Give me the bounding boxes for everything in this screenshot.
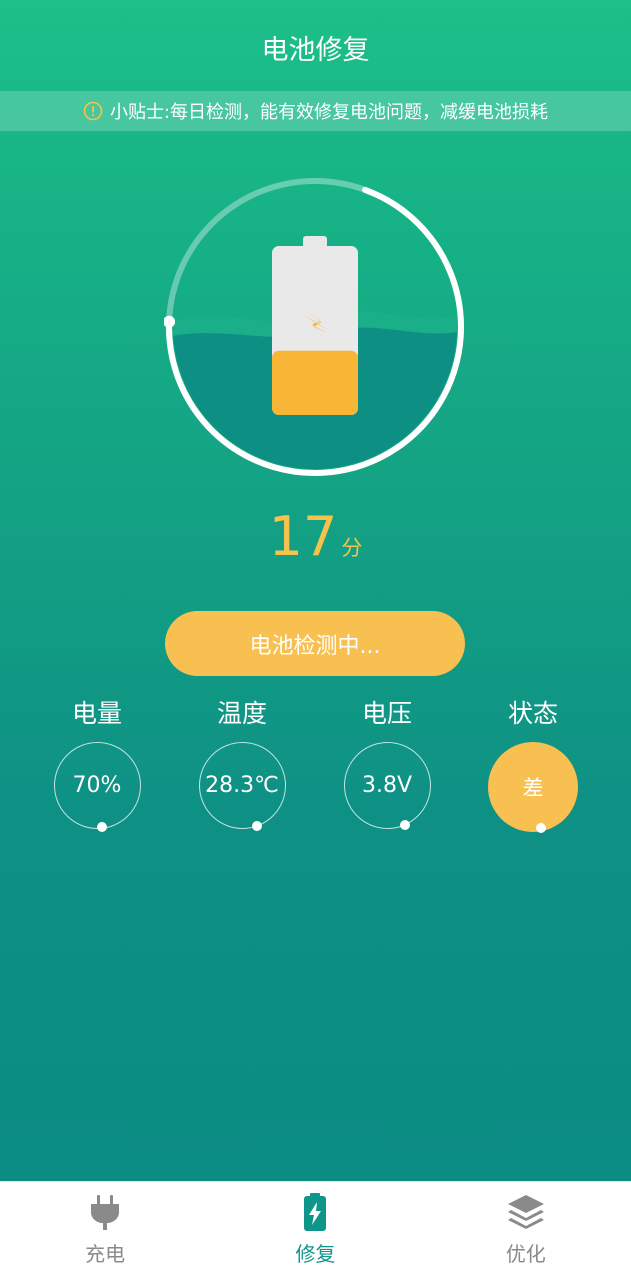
battery-ring — [164, 176, 466, 478]
stat-label: 状态 — [507, 699, 558, 728]
score-display: 17 分 — [0, 505, 631, 568]
tab-label: 优化 — [505, 1242, 546, 1266]
tip-text: 小贴士:每日检测，能有效修复电池问题，减缓电池损耗 — [109, 102, 549, 123]
page-title: 电池修复 — [261, 35, 370, 66]
stat-battery-level: 电量 70% — [37, 696, 157, 832]
bottom-tab-bar: 充电 修复 优化 — [0, 1181, 631, 1281]
tab-label: 修复 — [295, 1242, 336, 1266]
layers-icon — [507, 1195, 544, 1229]
stat-temperature: 温度 28.3℃ — [182, 696, 302, 831]
tab-repair[interactable]: 修复 — [210, 1182, 420, 1281]
stat-dot — [96, 822, 107, 832]
stat-value: 70% — [72, 773, 122, 798]
stat-status: 状态 差 — [473, 696, 593, 833]
tab-label: 充电 — [85, 1242, 126, 1266]
stat-circle: 差 — [488, 742, 578, 833]
battery-charging-icon — [304, 1193, 327, 1231]
stat-circle: 28.3℃ — [198, 742, 286, 831]
tip-bar: 小贴士:每日检测，能有效修复电池问题，减缓电池损耗 — [0, 91, 631, 131]
plug-icon — [91, 1195, 120, 1230]
tab-charge[interactable]: 充电 — [0, 1182, 210, 1281]
battery-fill — [272, 350, 358, 415]
stat-value: 差 — [522, 776, 544, 800]
stat-circle: 3.8V — [343, 742, 431, 830]
score-value: 17 — [268, 505, 338, 568]
stat-voltage: 电压 3.8V — [327, 696, 447, 830]
stat-dot — [399, 820, 410, 830]
stat-label: 电压 — [361, 699, 412, 728]
stat-dot — [251, 821, 262, 831]
stat-label: 电量 — [71, 699, 122, 728]
stat-label: 温度 — [216, 699, 267, 728]
stat-dot — [536, 823, 546, 833]
stat-value: 28.3℃ — [205, 773, 279, 798]
battery-icon — [272, 236, 358, 415]
score-unit: 分 — [341, 536, 363, 560]
stat-circle: 70% — [53, 742, 141, 832]
stat-value: 3.8V — [361, 773, 413, 798]
tab-optimize[interactable]: 优化 — [421, 1182, 631, 1281]
warning-icon — [83, 101, 103, 121]
main-panel: 电池修复 小贴士:每日检测，能有效修复电池问题，减缓电池损耗 17 分 电池检测… — [0, 0, 631, 1181]
battery-check-button[interactable]: 电池检测中... — [165, 611, 465, 676]
